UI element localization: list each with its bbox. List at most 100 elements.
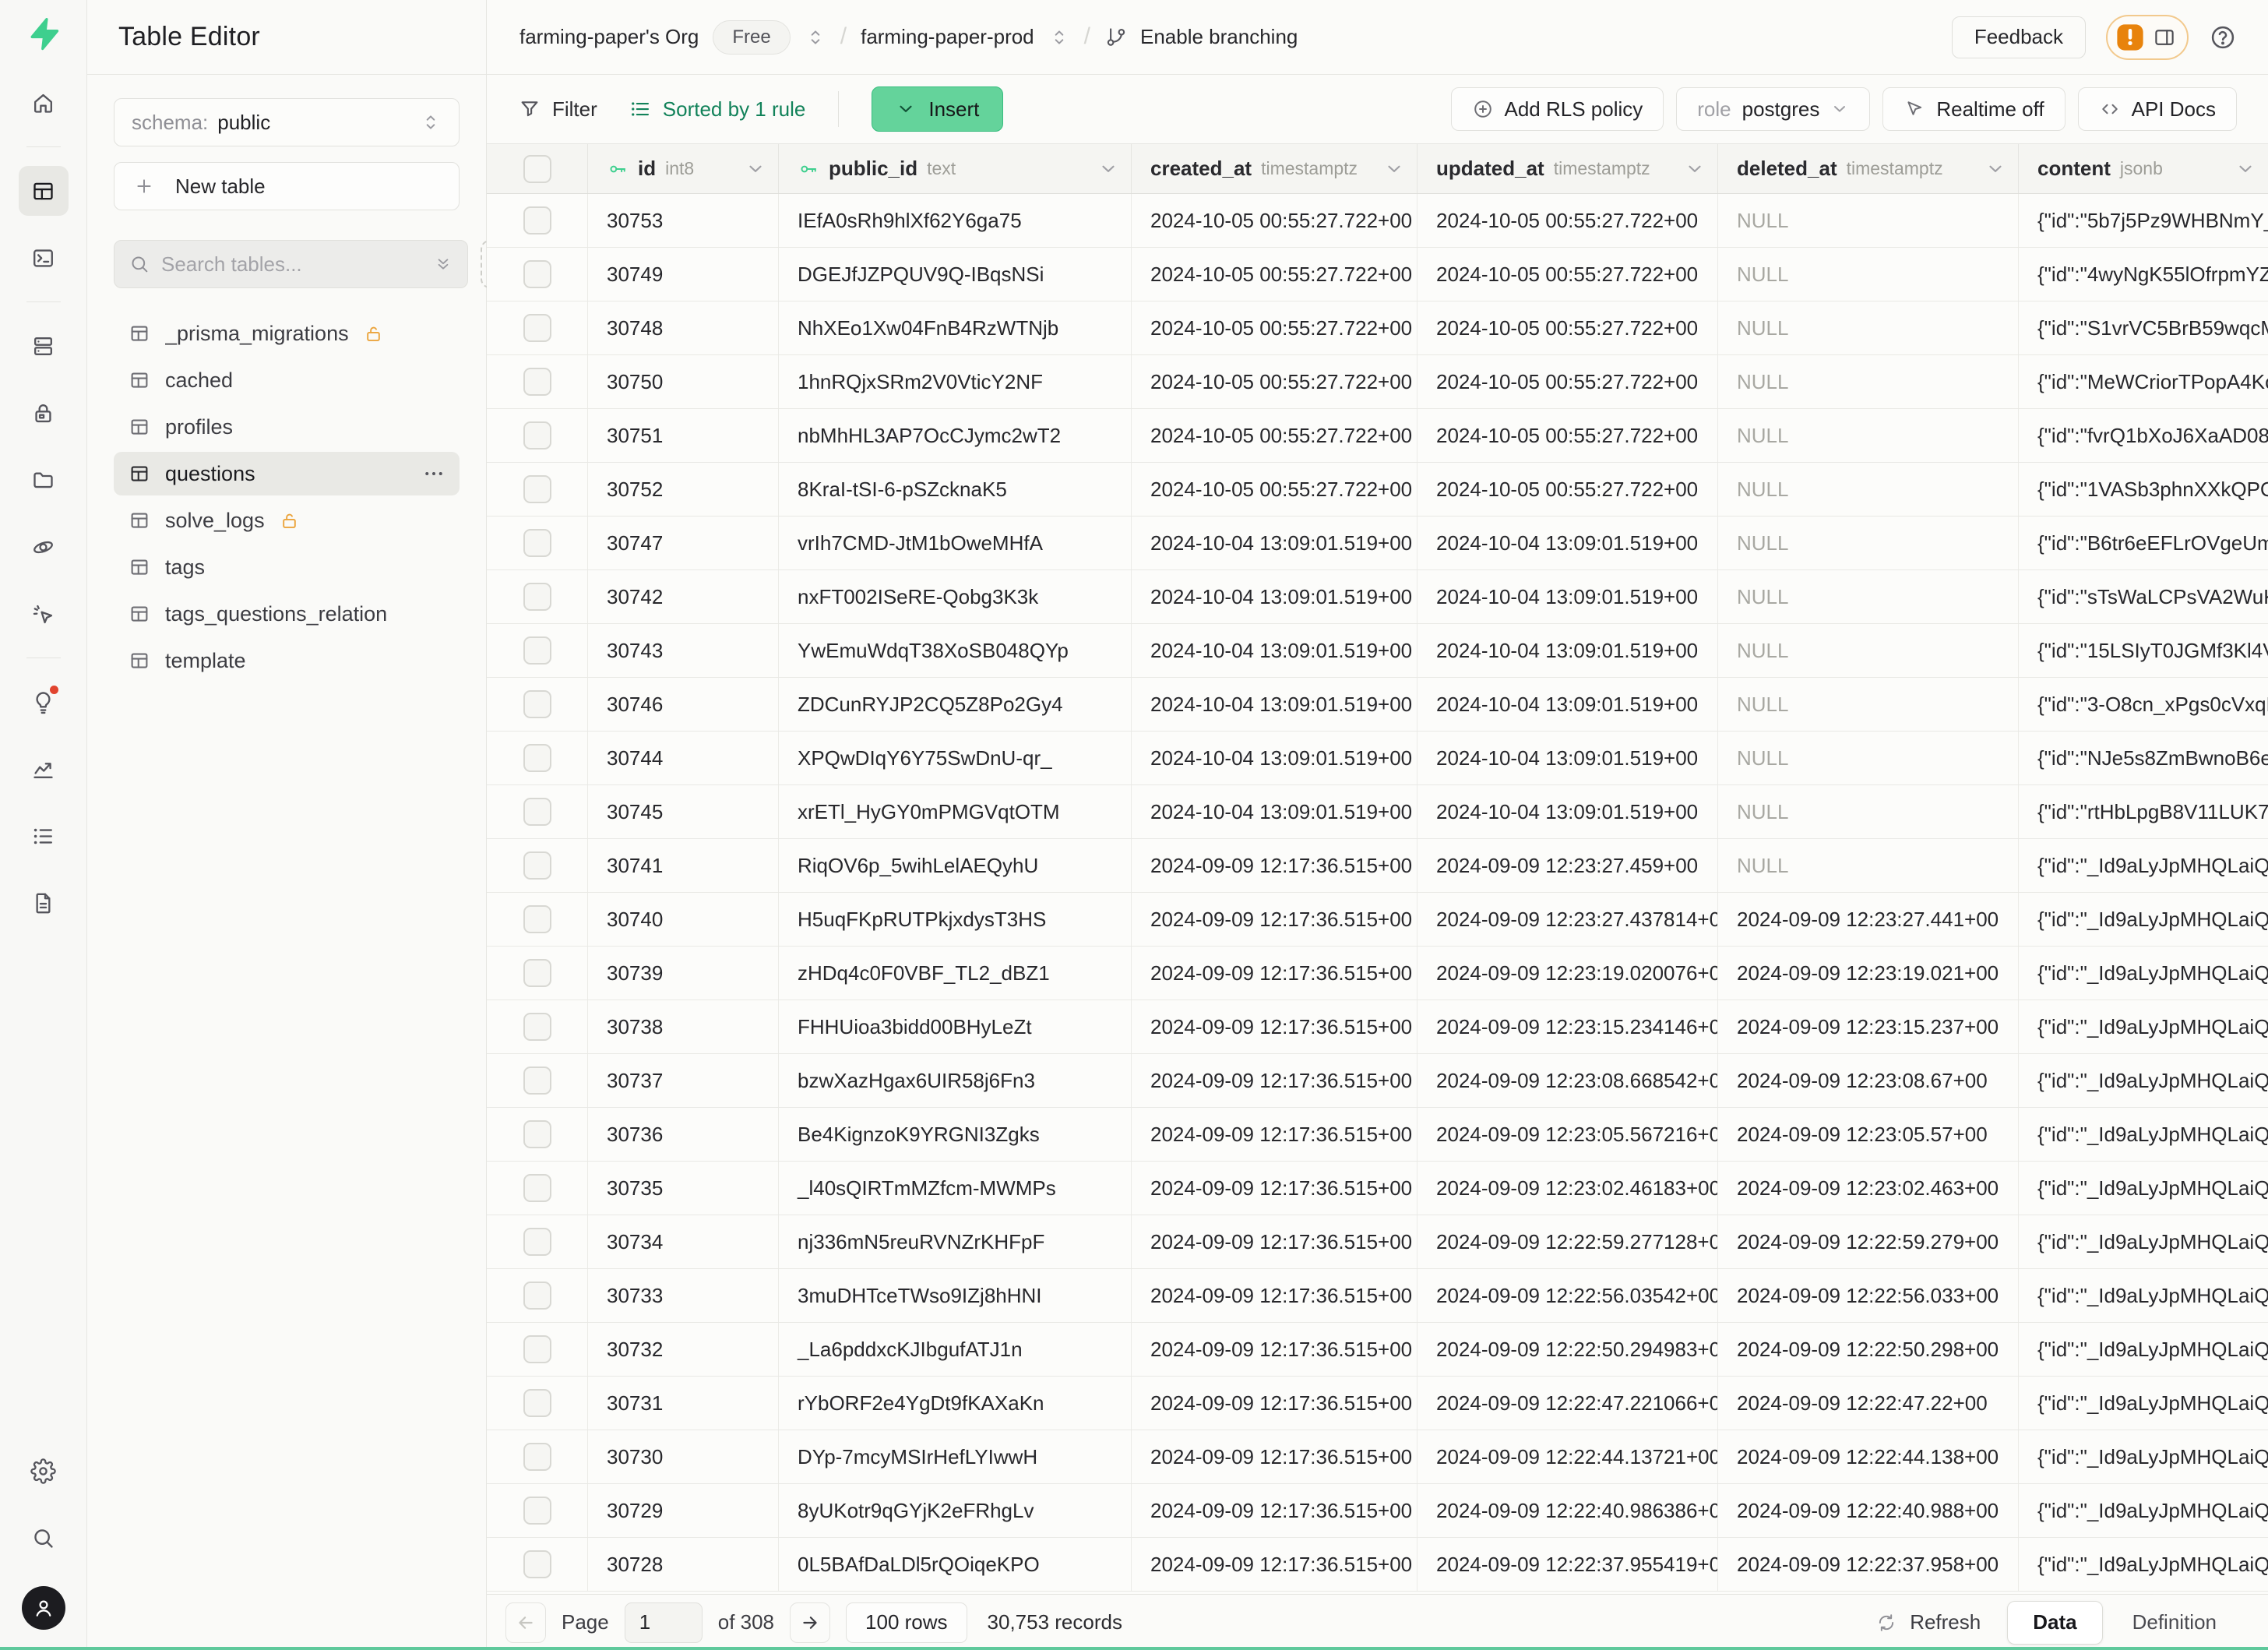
cell-deleted_at[interactable]: 2024-09-09 12:22:56.033+00 bbox=[1718, 1269, 2019, 1322]
cell-deleted_at[interactable]: NULL bbox=[1718, 678, 2019, 731]
cell-id[interactable]: 30735 bbox=[588, 1162, 779, 1215]
column-header-public_id[interactable]: public_idtext bbox=[779, 144, 1132, 193]
row-checkbox[interactable] bbox=[523, 529, 551, 557]
cell-updated_at[interactable]: 2024-09-09 12:22:44.13721+00 bbox=[1418, 1430, 1718, 1483]
cell-content[interactable]: {"id":"MeWCriorTPopA4Kc9 bbox=[2019, 355, 2268, 408]
cell-deleted_at[interactable]: NULL bbox=[1718, 194, 2019, 247]
row-checkbox[interactable] bbox=[523, 1228, 551, 1256]
cell-content[interactable]: {"id":"_Id9aLyJpMHQLaiQC bbox=[2019, 1484, 2268, 1537]
cell-id[interactable]: 30742 bbox=[588, 570, 779, 623]
cell-content[interactable]: {"id":"_Id9aLyJpMHQLaiQC bbox=[2019, 1538, 2268, 1591]
row-checkbox[interactable] bbox=[523, 475, 551, 503]
next-page-button[interactable] bbox=[790, 1602, 830, 1643]
cell-id[interactable]: 30732 bbox=[588, 1323, 779, 1376]
table-row[interactable]: 30747vrIh7CMD-JtM1bOweMHfA2024-10-04 13:… bbox=[487, 517, 2268, 570]
cell-updated_at[interactable]: 2024-09-09 12:22:37.955419+00 bbox=[1418, 1538, 1718, 1591]
table-row[interactable]: 30740H5uqFKpRUTPkjxdysT3HS2024-09-09 12:… bbox=[487, 893, 2268, 947]
table-row[interactable]: 307280L5BAfDaLDl5rQOiqeKPO2024-09-09 12:… bbox=[487, 1538, 2268, 1592]
nav-realtime[interactable] bbox=[19, 589, 69, 639]
nav-authentication[interactable] bbox=[19, 388, 69, 438]
supabase-logo-icon[interactable] bbox=[26, 16, 62, 51]
help-button[interactable] bbox=[2209, 23, 2237, 51]
cell-content[interactable]: {"id":"_Id9aLyJpMHQLaiQC bbox=[2019, 1000, 2268, 1053]
cell-id[interactable]: 30741 bbox=[588, 839, 779, 892]
rows-per-page-button[interactable]: 100 rows bbox=[846, 1602, 967, 1643]
sidebar-table-template[interactable]: template bbox=[114, 639, 460, 682]
cell-created_at[interactable]: 2024-09-09 12:17:36.515+00 bbox=[1132, 1377, 1418, 1430]
cell-content[interactable]: {"id":"B6tr6eEFLrOVgeUmH bbox=[2019, 517, 2268, 569]
cell-updated_at[interactable]: 2024-10-04 13:09:01.519+00 bbox=[1418, 624, 1718, 677]
column-header-updated_at[interactable]: updated_attimestamptz bbox=[1418, 144, 1718, 193]
sort-button[interactable]: Sorted by 1 rule bbox=[629, 97, 806, 122]
feedback-button[interactable]: Feedback bbox=[1952, 16, 2086, 58]
cell-updated_at[interactable]: 2024-10-05 00:55:27.722+00 bbox=[1418, 463, 1718, 516]
cell-id[interactable]: 30731 bbox=[588, 1377, 779, 1430]
column-header-created_at[interactable]: created_attimestamptz bbox=[1132, 144, 1418, 193]
row-checkbox[interactable] bbox=[523, 905, 551, 933]
row-checkbox[interactable] bbox=[523, 260, 551, 288]
table-row[interactable]: 30741RiqOV6p_5wihLelAEQyhU2024-09-09 12:… bbox=[487, 839, 2268, 893]
sidebar-table-profiles[interactable]: profiles bbox=[114, 405, 460, 449]
cell-created_at[interactable]: 2024-10-05 00:55:27.722+00 bbox=[1132, 409, 1418, 462]
nav-home[interactable] bbox=[19, 78, 69, 128]
cell-deleted_at[interactable]: 2024-09-09 12:23:02.463+00 bbox=[1718, 1162, 2019, 1215]
cell-public_id[interactable]: nxFT002ISeRE-Qobg3K3k bbox=[779, 570, 1132, 623]
cell-content[interactable]: {"id":"fvrQ1bXoJ6XaAD08G bbox=[2019, 409, 2268, 462]
nav-settings[interactable] bbox=[19, 1446, 69, 1496]
cell-created_at[interactable]: 2024-09-09 12:17:36.515+00 bbox=[1132, 1000, 1418, 1053]
cell-public_id[interactable]: nbMhHL3AP7OcCJymc2wT2 bbox=[779, 409, 1132, 462]
cell-id[interactable]: 30749 bbox=[588, 248, 779, 301]
cell-public_id[interactable]: _l40sQIRTmMZfcm-MWMPs bbox=[779, 1162, 1132, 1215]
cell-public_id[interactable]: IEfA0sRh9hlXf62Y6ga75 bbox=[779, 194, 1132, 247]
cell-public_id[interactable]: 3muDHTceTWso9IZj8hHNI bbox=[779, 1269, 1132, 1322]
previous-page-button[interactable] bbox=[505, 1602, 546, 1643]
nav-storage[interactable] bbox=[19, 455, 69, 505]
schema-select[interactable]: schema: public bbox=[114, 98, 460, 146]
cell-id[interactable]: 30738 bbox=[588, 1000, 779, 1053]
cell-public_id[interactable]: XPQwDIqY6Y75SwDnU-qr_ bbox=[779, 732, 1132, 784]
table-row[interactable]: 30749DGEJfJZPQUV9Q-IBqsNSi2024-10-05 00:… bbox=[487, 248, 2268, 301]
refresh-button[interactable]: Refresh bbox=[1875, 1610, 1981, 1634]
cell-updated_at[interactable]: 2024-10-05 00:55:27.722+00 bbox=[1418, 355, 1718, 408]
cell-content[interactable]: {"id":"NJe5s8ZmBwnoB6e3 bbox=[2019, 732, 2268, 784]
cell-updated_at[interactable]: 2024-09-09 12:22:40.986386+00 bbox=[1418, 1484, 1718, 1537]
cell-public_id[interactable]: 0L5BAfDaLDl5rQOiqeKPO bbox=[779, 1538, 1132, 1591]
cell-id[interactable]: 30753 bbox=[588, 194, 779, 247]
table-row[interactable]: 30742nxFT002ISeRE-Qobg3K3k2024-10-04 13:… bbox=[487, 570, 2268, 624]
row-checkbox[interactable] bbox=[523, 798, 551, 826]
column-menu-chevron-icon[interactable] bbox=[1384, 159, 1404, 179]
cell-public_id[interactable]: NhXEo1Xw04FnB4RzWTNjb bbox=[779, 301, 1132, 354]
sidebar-table-questions[interactable]: questions bbox=[114, 452, 460, 495]
cell-updated_at[interactable]: 2024-10-04 13:09:01.519+00 bbox=[1418, 678, 1718, 731]
cell-deleted_at[interactable]: NULL bbox=[1718, 463, 2019, 516]
cell-created_at[interactable]: 2024-09-09 12:17:36.515+00 bbox=[1132, 1323, 1418, 1376]
cell-content[interactable]: {"id":"3-O8cn_xPgs0cVxqKE bbox=[2019, 678, 2268, 731]
enable-branching-button[interactable]: Enable branching bbox=[1104, 25, 1298, 49]
cell-updated_at[interactable]: 2024-10-05 00:55:27.722+00 bbox=[1418, 409, 1718, 462]
cell-public_id[interactable]: xrETl_HyGY0mPMGVqtOTM bbox=[779, 785, 1132, 838]
cell-public_id[interactable]: zHDq4c0F0VBF_TL2_dBZ1 bbox=[779, 947, 1132, 1000]
cell-public_id[interactable]: DGEJfJZPQUV9Q-IBqsNSi bbox=[779, 248, 1132, 301]
cell-deleted_at[interactable]: NULL bbox=[1718, 517, 2019, 569]
cell-created_at[interactable]: 2024-10-04 13:09:01.519+00 bbox=[1132, 570, 1418, 623]
cell-public_id[interactable]: 8KraI-tSI-6-pSZcknaK5 bbox=[779, 463, 1132, 516]
cell-public_id[interactable]: 1hnRQjxSRm2V0VticY2NF bbox=[779, 355, 1132, 408]
new-table-button[interactable]: New table bbox=[114, 162, 460, 210]
cell-public_id[interactable]: vrIh7CMD-JtM1bOweMHfA bbox=[779, 517, 1132, 569]
column-header-deleted_at[interactable]: deleted_attimestamptz bbox=[1718, 144, 2019, 193]
cell-id[interactable]: 30751 bbox=[588, 409, 779, 462]
tab-data[interactable]: Data bbox=[2007, 1601, 2102, 1645]
table-row[interactable]: 307501hnRQjxSRm2V0VticY2NF2024-10-05 00:… bbox=[487, 355, 2268, 409]
nav-sql-editor[interactable] bbox=[19, 233, 69, 283]
cell-created_at[interactable]: 2024-10-04 13:09:01.519+00 bbox=[1132, 785, 1418, 838]
cell-content[interactable]: {"id":"_Id9aLyJpMHQLaiQC bbox=[2019, 1162, 2268, 1215]
cell-updated_at[interactable]: 2024-10-05 00:55:27.722+00 bbox=[1418, 301, 1718, 354]
cell-updated_at[interactable]: 2024-10-04 13:09:01.519+00 bbox=[1418, 570, 1718, 623]
table-row[interactable]: 30735_l40sQIRTmMZfcm-MWMPs 2024-09-09 12:… bbox=[487, 1162, 2268, 1215]
cell-content[interactable]: {"id":"S1vrVC5BrB59wqcM4 bbox=[2019, 301, 2268, 354]
nav-advisors[interactable] bbox=[19, 677, 69, 727]
cell-updated_at[interactable]: 2024-09-09 12:22:47.221066+00 bbox=[1418, 1377, 1718, 1430]
cell-content[interactable]: {"id":"_Id9aLyJpMHQLaiQC bbox=[2019, 839, 2268, 892]
row-checkbox[interactable] bbox=[523, 1389, 551, 1417]
insert-button[interactable]: Insert bbox=[872, 86, 1003, 132]
